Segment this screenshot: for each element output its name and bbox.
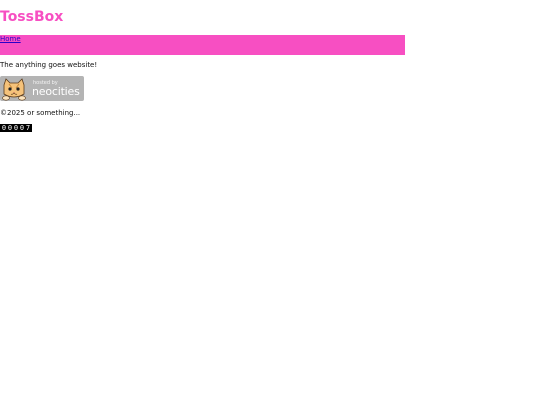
neocities-cat-icon bbox=[2, 78, 26, 101]
hit-counter: 0 0 0 0 7 bbox=[0, 124, 32, 132]
counter-digit: 7 bbox=[25, 124, 31, 132]
neocities-wordmark: neocities bbox=[32, 85, 80, 98]
site-title: TossBox bbox=[0, 9, 64, 25]
copyright-text: ©2025 or something... bbox=[0, 109, 81, 117]
site-tagline: The anything goes website! bbox=[0, 61, 98, 69]
nav-link-home[interactable]: Home bbox=[0, 35, 21, 44]
neocities-badge[interactable]: hosted by neocities bbox=[0, 76, 84, 101]
nav-bar: Home bbox=[0, 35, 405, 55]
